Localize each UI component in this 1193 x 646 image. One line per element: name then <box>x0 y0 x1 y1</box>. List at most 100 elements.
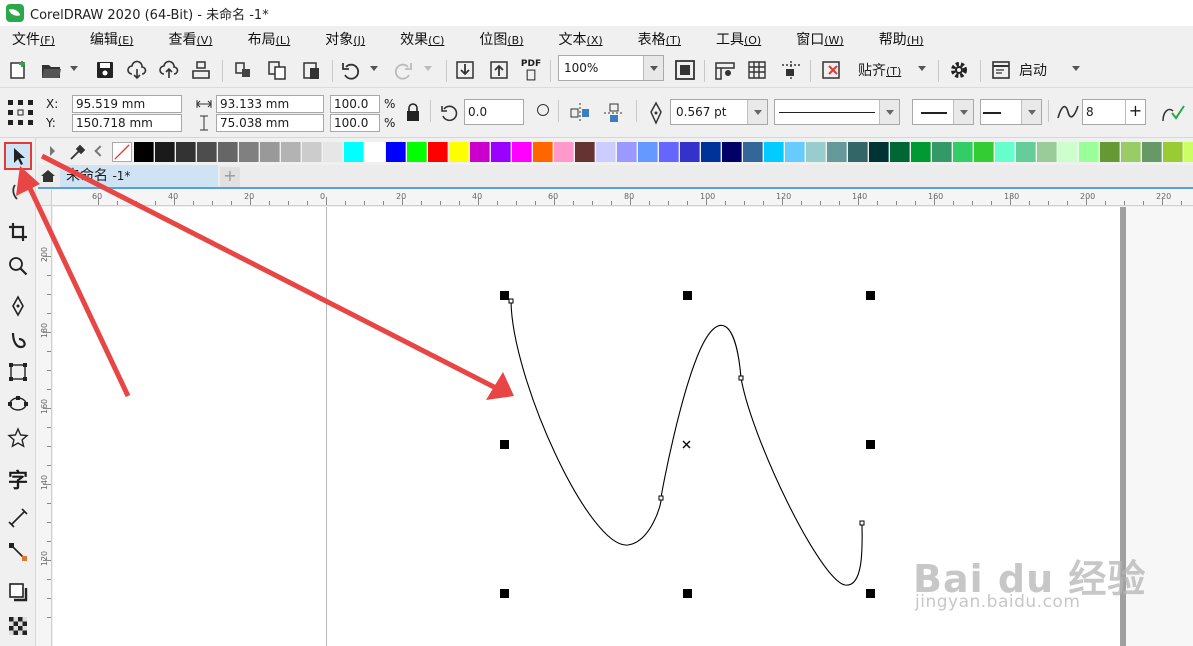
end-arrow-dropdown[interactable] <box>1021 100 1041 124</box>
menu-item-1[interactable]: 编辑(E) <box>84 29 140 49</box>
ruler-origin[interactable] <box>36 190 52 206</box>
color-swatch[interactable] <box>533 142 553 162</box>
paste-icon[interactable] <box>298 57 324 83</box>
redo-icon[interactable] <box>390 57 416 83</box>
color-swatch[interactable] <box>890 142 910 162</box>
startup-dropdown-icon[interactable] <box>1072 66 1080 71</box>
color-swatch[interactable] <box>1121 142 1141 162</box>
color-swatch[interactable] <box>1142 142 1162 162</box>
line-style-dropdown[interactable] <box>879 100 899 124</box>
color-swatch[interactable] <box>512 142 532 162</box>
height-field[interactable]: 75.038 mm <box>216 114 324 132</box>
rotation-angle-field[interactable]: 0.0 <box>464 99 524 125</box>
mirror-vertical-icon[interactable] <box>602 101 626 125</box>
import-icon[interactable] <box>230 57 256 83</box>
menu-item-5[interactable]: 效果(C) <box>394 29 450 49</box>
color-swatch[interactable] <box>995 142 1015 162</box>
color-swatch[interactable] <box>764 142 784 162</box>
color-swatch[interactable] <box>617 142 637 162</box>
line-style-field[interactable] <box>774 99 900 125</box>
eyedropper-icon[interactable] <box>68 142 88 162</box>
show-rulers-icon[interactable] <box>712 57 738 83</box>
color-swatch[interactable] <box>743 142 763 162</box>
color-swatch[interactable] <box>638 142 658 162</box>
lock-ratio-icon[interactable] <box>404 103 422 123</box>
export-pdf-button[interactable]: PDF <box>518 57 544 83</box>
full-screen-preview-icon[interactable] <box>672 57 698 83</box>
cloud-upload-icon[interactable] <box>156 57 182 83</box>
vertical-ruler[interactable]: 200 180 160 140 120 <box>36 206 52 646</box>
mirror-horizontal-icon[interactable] <box>568 101 592 125</box>
redo-dropdown-icon[interactable] <box>424 66 432 71</box>
x-position-field[interactable]: 95.519 mm <box>72 95 182 113</box>
export-file-icon[interactable] <box>486 57 512 83</box>
menu-item-4[interactable]: 对象(J) <box>319 29 371 49</box>
color-swatch[interactable] <box>365 142 385 162</box>
print-icon[interactable] <box>188 57 214 83</box>
menu-item-0[interactable]: 文件(F) <box>6 29 61 49</box>
palette-scroll-right-icon[interactable] <box>50 146 55 156</box>
scale-x-field[interactable]: 100.0 <box>330 95 380 113</box>
color-swatch[interactable] <box>260 142 280 162</box>
snap-to-button[interactable]: 贴齐(T) <box>858 60 901 80</box>
color-swatch[interactable] <box>827 142 847 162</box>
cloud-download-icon[interactable] <box>124 57 150 83</box>
color-swatch[interactable] <box>701 142 721 162</box>
color-swatch[interactable] <box>239 142 259 162</box>
horizontal-ruler[interactable]: 604020020406080100120140160180200220 <box>52 190 1193 206</box>
color-swatch[interactable] <box>470 142 490 162</box>
open-folder-icon[interactable] <box>38 57 64 83</box>
color-swatch[interactable] <box>953 142 973 162</box>
color-swatch[interactable] <box>785 142 805 162</box>
color-swatch[interactable] <box>974 142 994 162</box>
smoothing-field[interactable]: 8 + <box>1082 99 1146 125</box>
color-swatch[interactable] <box>806 142 826 162</box>
menu-item-8[interactable]: 表格(T) <box>632 29 687 49</box>
color-swatch[interactable] <box>155 142 175 162</box>
color-swatch[interactable] <box>428 142 448 162</box>
color-swatch[interactable] <box>1058 142 1078 162</box>
pick-tool-button[interactable] <box>4 142 32 170</box>
copy-icon[interactable] <box>264 57 290 83</box>
menu-item-7[interactable]: 文本(X) <box>553 29 609 49</box>
color-swatch[interactable] <box>1100 142 1120 162</box>
object-origin-icon[interactable] <box>6 98 36 128</box>
crop-tool-button[interactable] <box>4 218 32 246</box>
home-tab[interactable] <box>38 165 58 187</box>
transparency-tool-button[interactable] <box>4 612 32 640</box>
y-position-field[interactable]: 150.718 mm <box>72 114 182 132</box>
drop-shadow-tool-button[interactable] <box>4 578 32 606</box>
palette-scroll-left-icon[interactable] <box>94 145 106 157</box>
artistic-media-tool-button[interactable] <box>4 326 32 354</box>
zoom-dropdown-button[interactable] <box>643 56 663 80</box>
color-swatch[interactable] <box>281 142 301 162</box>
menu-item-11[interactable]: 帮助(H) <box>873 29 930 49</box>
color-swatch[interactable] <box>386 142 406 162</box>
smoothing-plus-icon[interactable]: + <box>1125 100 1145 124</box>
color-swatch[interactable] <box>932 142 952 162</box>
outline-width-field[interactable]: 0.567 pt <box>670 99 768 125</box>
color-swatch[interactable] <box>176 142 196 162</box>
document-tab[interactable]: 未命名 -1* <box>60 165 218 187</box>
color-swatch[interactable] <box>659 142 679 162</box>
start-arrow-dropdown[interactable] <box>953 100 973 124</box>
rectangle-tool-button[interactable] <box>4 358 32 386</box>
outline-width-dropdown[interactable] <box>747 100 767 124</box>
add-document-tab-button[interactable]: + <box>220 167 240 187</box>
menu-item-10[interactable]: 窗口(W) <box>790 29 849 49</box>
color-swatch[interactable] <box>134 142 154 162</box>
connector-tool-button[interactable] <box>4 538 32 566</box>
show-guidelines-icon[interactable] <box>778 57 804 83</box>
color-swatch[interactable] <box>1163 142 1183 162</box>
color-swatch[interactable] <box>722 142 742 162</box>
color-swatch[interactable] <box>680 142 700 162</box>
color-swatch[interactable] <box>491 142 511 162</box>
options-gear-icon[interactable] <box>946 57 972 83</box>
snap-off-icon[interactable] <box>818 57 844 83</box>
startup-button[interactable]: 启动 <box>1019 60 1047 80</box>
snap-dropdown-icon[interactable] <box>918 66 926 71</box>
color-swatch[interactable] <box>1016 142 1036 162</box>
open-dropdown-icon[interactable] <box>70 66 78 71</box>
color-swatch[interactable] <box>407 142 427 162</box>
color-swatch[interactable] <box>197 142 217 162</box>
